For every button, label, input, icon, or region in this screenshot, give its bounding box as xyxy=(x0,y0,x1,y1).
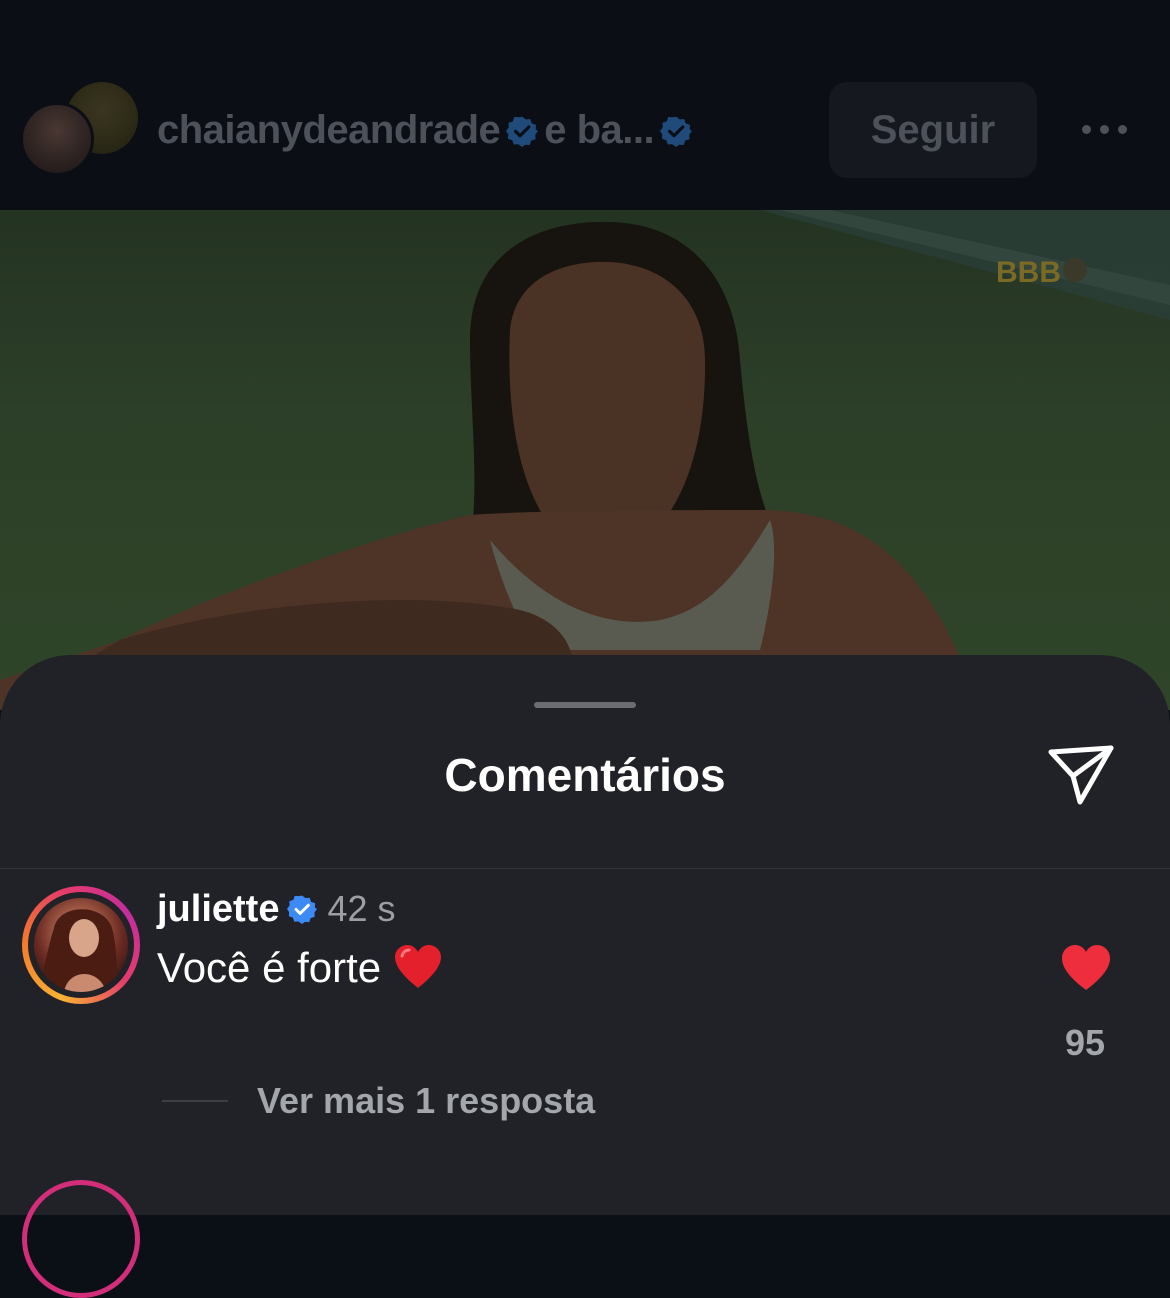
more-horizontal-icon[interactable] xyxy=(1078,115,1132,145)
like-count: 95 xyxy=(1064,1022,1106,1063)
comment-avatar[interactable] xyxy=(22,886,140,1004)
replies-divider xyxy=(162,1100,228,1102)
post-author-names[interactable]: chaianydeandrade e ba... xyxy=(157,108,698,153)
comment-header: juliette 42 s xyxy=(157,888,396,931)
bbb-watermark: BBB xyxy=(996,256,1061,289)
view-replies-button[interactable]: Ver mais 1 resposta xyxy=(257,1080,595,1122)
avatar-image xyxy=(34,909,124,992)
next-comment-avatar[interactable] xyxy=(22,1180,140,1298)
verified-badge-icon xyxy=(287,895,318,924)
avatar xyxy=(34,898,128,992)
send-icon[interactable] xyxy=(1045,740,1117,808)
red-heart-emoji-icon xyxy=(395,945,442,988)
video-player[interactable]: BBB xyxy=(0,210,1170,710)
comment-time: 42 s xyxy=(327,888,396,929)
heart-icon[interactable] xyxy=(1060,944,1112,992)
follow-button[interactable]: Seguir xyxy=(829,82,1037,178)
video-frame: BBB xyxy=(0,210,1170,710)
comment-username[interactable]: juliette xyxy=(157,888,279,930)
avatar[interactable] xyxy=(20,102,94,176)
author-connector[interactable]: e ba... xyxy=(544,108,654,152)
collab-avatars[interactable] xyxy=(20,80,138,180)
sheet-drag-handle[interactable] xyxy=(534,702,636,708)
divider xyxy=(0,868,1170,869)
verified-badge-icon xyxy=(660,116,693,147)
sheet-title: Comentários xyxy=(444,749,726,801)
comments-sheet xyxy=(0,655,1170,1215)
comment-text-body: Você é forte xyxy=(157,944,382,991)
comment-text: Você é forte xyxy=(157,944,443,992)
author-username[interactable]: chaianydeandrade xyxy=(157,108,501,152)
post-header: chaianydeandrade e ba... Seguir xyxy=(0,0,1170,210)
verified-badge-icon xyxy=(506,116,539,147)
